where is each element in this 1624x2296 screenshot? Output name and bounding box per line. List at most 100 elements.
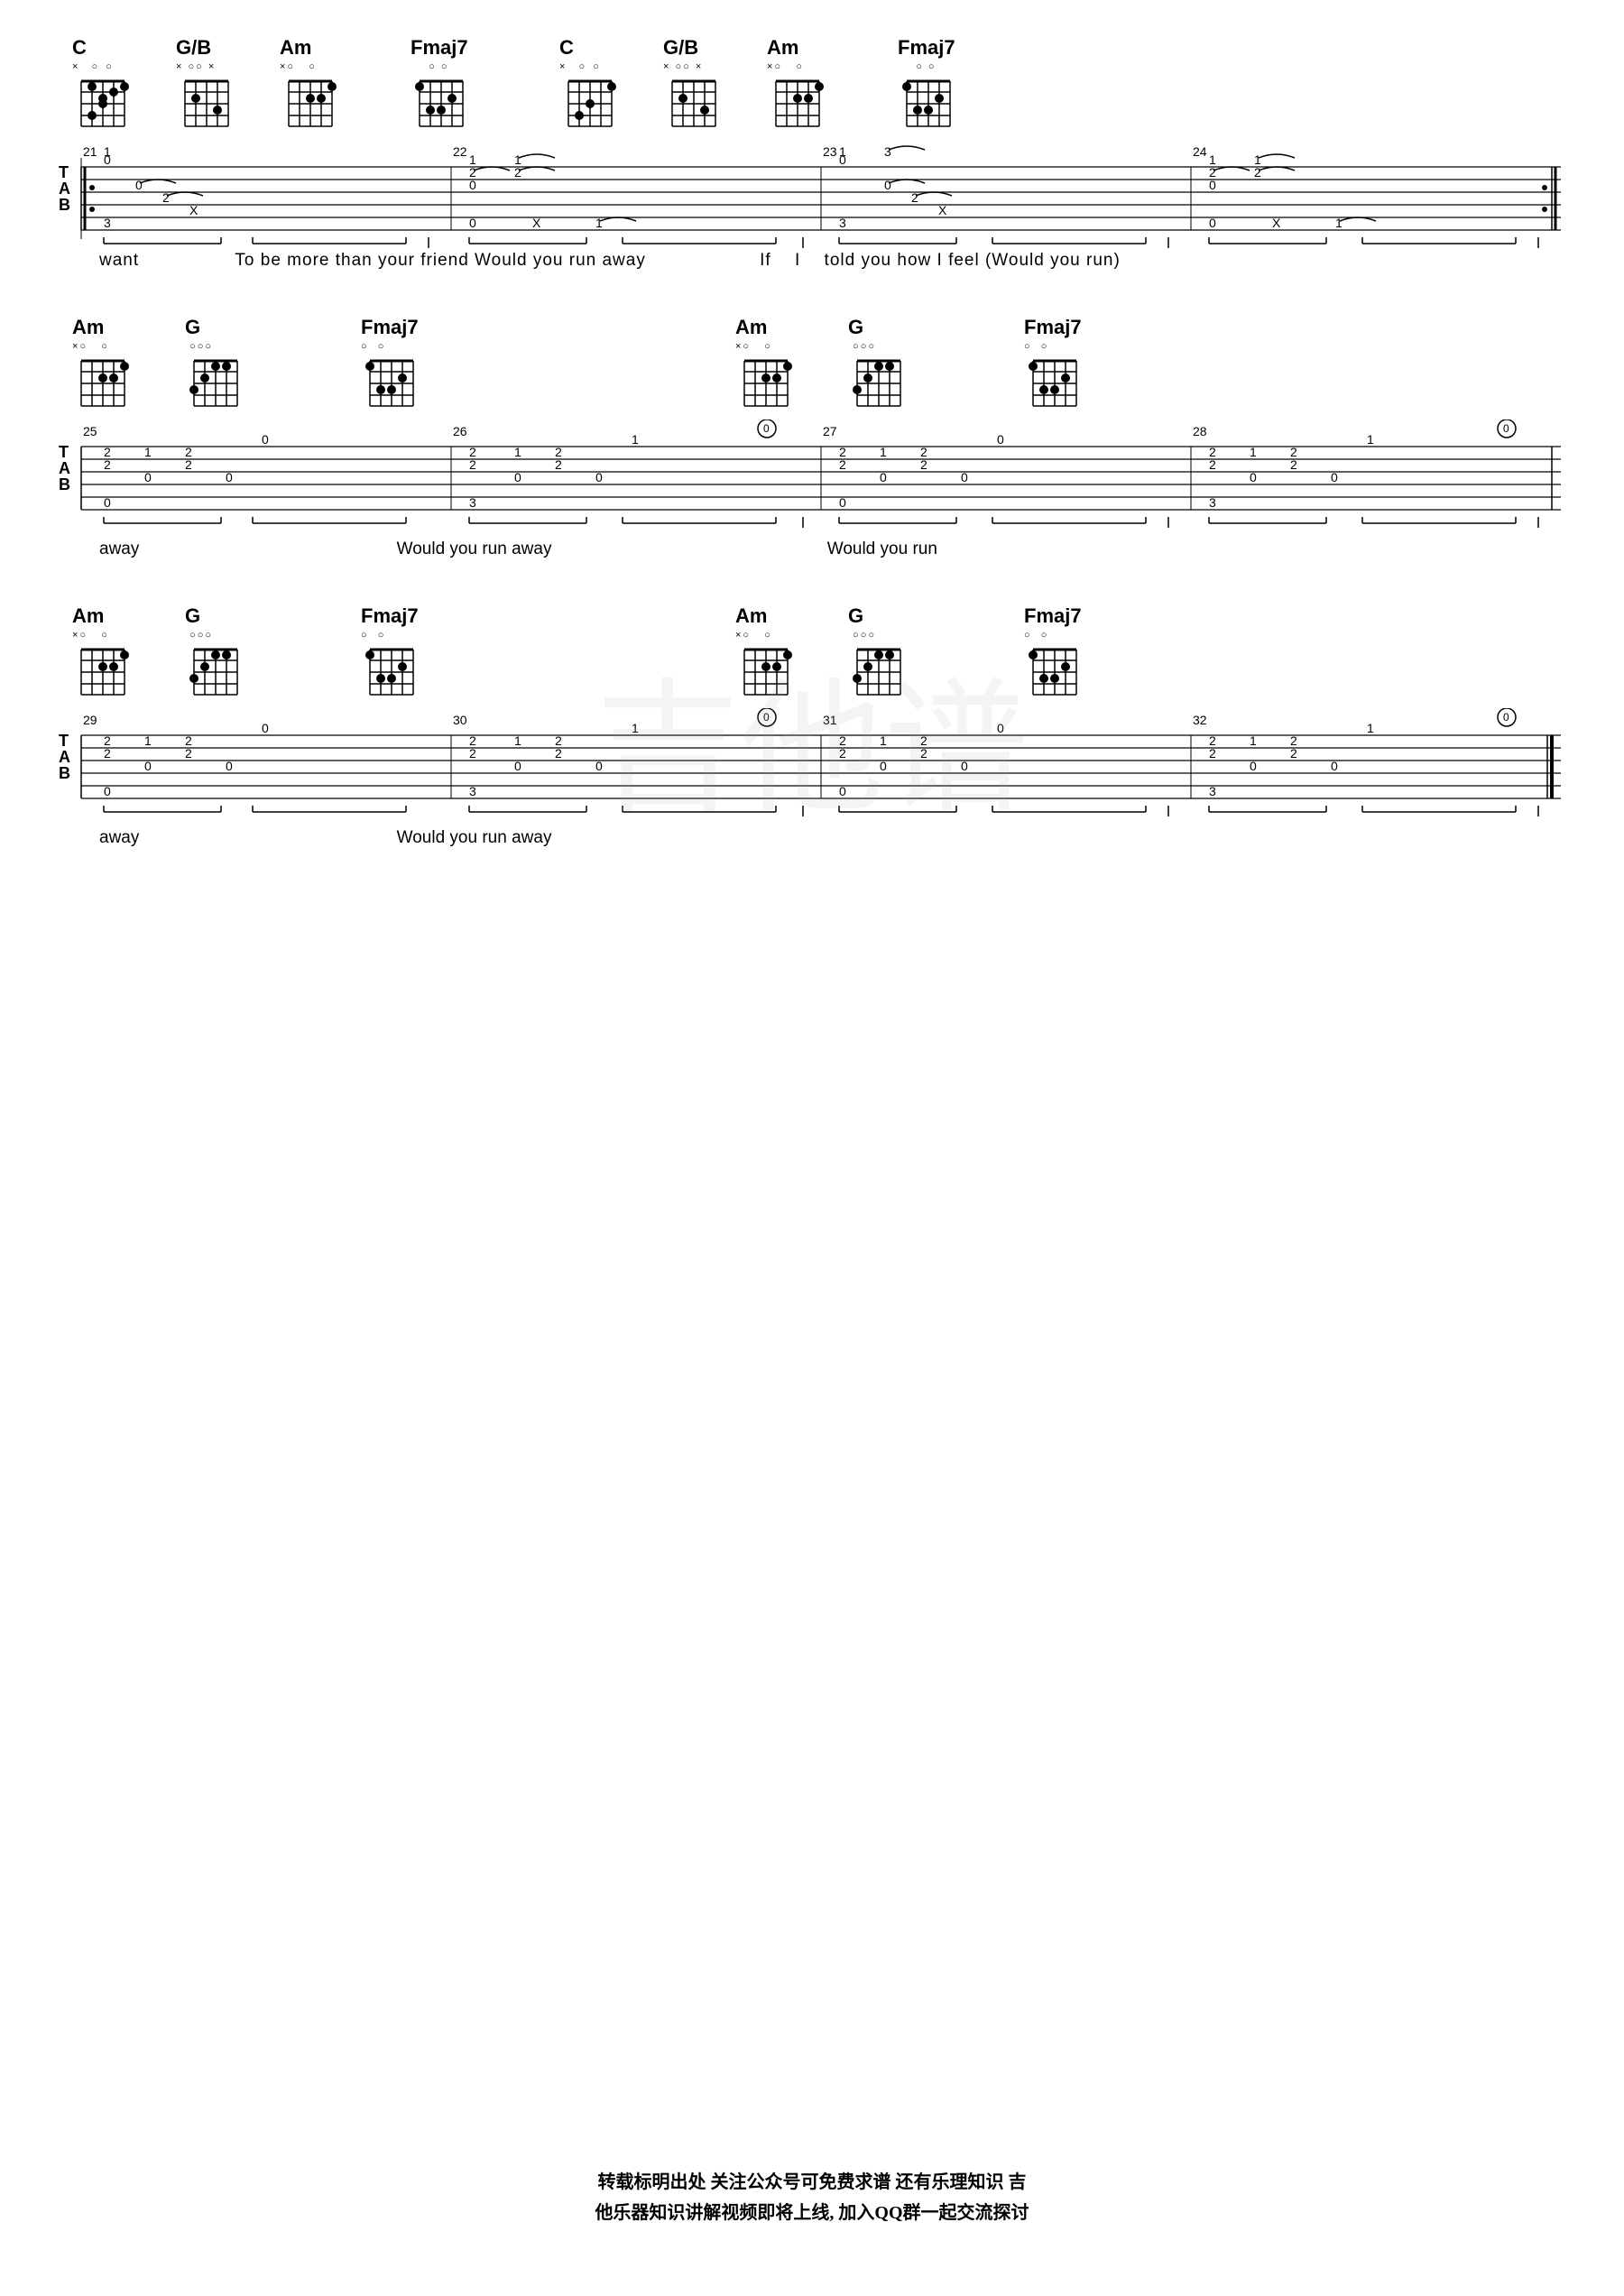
chord-group-Am3: Am ×○ ○ <box>72 316 131 412</box>
chord-diagram-Fmaj74 <box>1024 354 1083 412</box>
page-container: C × ○ ○ <box>0 0 1624 2296</box>
svg-text:22: 22 <box>453 144 467 159</box>
svg-text:0: 0 <box>1503 711 1509 724</box>
svg-text:1: 1 <box>632 432 639 447</box>
chord-diagram-G3 <box>185 642 244 701</box>
svg-text:0: 0 <box>1209 216 1216 230</box>
svg-text:2: 2 <box>1254 165 1261 180</box>
svg-text:1: 1 <box>144 445 152 459</box>
chord-diagram-Am4 <box>735 354 794 412</box>
svg-text:0: 0 <box>469 216 476 230</box>
chord-diagram-Am <box>280 74 338 133</box>
svg-text:32: 32 <box>1193 713 1207 727</box>
svg-text:2: 2 <box>555 746 562 761</box>
svg-text:A: A <box>59 180 70 198</box>
chord-diagram-C <box>72 74 131 133</box>
svg-text:2: 2 <box>1209 457 1216 472</box>
chord-diagram-G1 <box>185 354 244 412</box>
chord-mute-Fmaj7: ○ ○ <box>411 61 449 72</box>
svg-text:0: 0 <box>1503 422 1509 435</box>
chord-name-Fmaj7: Fmaj7 <box>411 36 468 60</box>
svg-text:0: 0 <box>961 759 968 773</box>
chord-diagram-Am6 <box>735 642 794 701</box>
chord-group-Am5: Am ×○ ○ <box>72 604 131 701</box>
section-row-3: Am ×○ ○ <box>54 604 1570 848</box>
svg-text:X: X <box>189 203 198 217</box>
svg-text:2: 2 <box>839 457 846 472</box>
svg-text:1: 1 <box>1250 733 1257 748</box>
tab-svg-3: T A B 29 2 1 2 2 2 <box>54 708 1570 825</box>
svg-text:1: 1 <box>514 445 521 459</box>
svg-text:1: 1 <box>1335 216 1343 230</box>
chord-group-Am: Am ×○ ○ <box>280 36 338 133</box>
svg-text:0: 0 <box>226 470 233 484</box>
svg-text:X: X <box>1272 216 1281 230</box>
chord-group-Fmaj74: Fmaj7 ○ ○ <box>1024 316 1083 412</box>
tab-staff-3: T A B 29 2 1 2 2 2 <box>54 708 1570 848</box>
svg-text:0: 0 <box>514 470 521 484</box>
svg-text:3: 3 <box>1209 495 1216 510</box>
svg-text:X: X <box>532 216 541 230</box>
svg-text:0: 0 <box>1250 470 1257 484</box>
svg-text:26: 26 <box>453 424 467 438</box>
chord-diagram-Fmaj73 <box>361 354 420 412</box>
chord-group-G1: G ○○○ <box>185 316 244 412</box>
svg-text:1: 1 <box>880 733 887 748</box>
svg-text:0: 0 <box>595 759 603 773</box>
chord-diagram-GB <box>176 74 235 133</box>
svg-text:0: 0 <box>763 711 770 724</box>
svg-text:2: 2 <box>514 165 521 180</box>
svg-text:2: 2 <box>185 457 192 472</box>
svg-text:1: 1 <box>595 216 603 230</box>
chord-group-Fmaj76: Fmaj7 ○ ○ <box>1024 604 1083 701</box>
chord-group-G2: G ○○○ <box>848 316 907 412</box>
svg-text:1: 1 <box>104 144 111 159</box>
chord-mute-GB: × ○○ × <box>176 61 216 72</box>
svg-text:2: 2 <box>469 746 476 761</box>
chord-mute-Am: ×○ ○ <box>280 61 317 72</box>
footer: 转载标明出处 关注公众号可免费求谱 还有乐理知识 吉 他乐器知识讲解视频即将上线… <box>595 2167 1029 2224</box>
svg-text:2: 2 <box>1290 746 1297 761</box>
chord-diagram-Am3 <box>72 354 131 412</box>
chord-group-GB2: G/B × ○○ × <box>663 36 722 133</box>
svg-text:0: 0 <box>144 470 152 484</box>
footer-line2: 他乐器知识讲解视频即将上线, 加入QQ群一起交流探讨 <box>595 2198 1029 2224</box>
svg-text:A: A <box>59 748 70 766</box>
chord-group-Am6: Am ×○ ○ <box>735 604 794 701</box>
svg-text:0: 0 <box>997 432 1004 447</box>
svg-text:2: 2 <box>162 190 170 205</box>
svg-text:2: 2 <box>920 746 927 761</box>
chord-diagram-Fmaj76 <box>1024 642 1083 701</box>
svg-text:B: B <box>59 196 70 214</box>
svg-text:24: 24 <box>1193 144 1207 159</box>
chord-group-Fmaj7: Fmaj7 ○ ○ <box>411 36 469 133</box>
svg-text:1: 1 <box>1367 432 1374 447</box>
svg-text:0: 0 <box>104 784 111 798</box>
chord-diagram-G2 <box>848 354 907 412</box>
svg-text:T: T <box>59 443 69 461</box>
svg-text:1: 1 <box>144 733 152 748</box>
chord-group-G3: G ○○○ <box>185 604 244 701</box>
svg-text:31: 31 <box>823 713 837 727</box>
chord-diagram-Am5 <box>72 642 131 701</box>
tab-staff-2: T A B 25 2 1 2 2 2 <box>54 420 1570 559</box>
chord-diagram-G4 <box>848 642 907 701</box>
svg-text:2: 2 <box>839 746 846 761</box>
chord-group-Am2: Am ×○ ○ <box>767 36 826 133</box>
svg-text:1: 1 <box>880 445 887 459</box>
svg-text:3: 3 <box>469 784 476 798</box>
chord-group-Fmaj75: Fmaj7 ○ ○ <box>361 604 420 701</box>
lyrics-1: want To be more than your friend Would y… <box>54 251 1570 271</box>
svg-text:3: 3 <box>884 144 891 159</box>
section-row-1: C × ○ ○ <box>54 36 1570 271</box>
svg-text:0: 0 <box>514 759 521 773</box>
chord-group-GB: G/B × ○○ × <box>176 36 235 133</box>
svg-text:1: 1 <box>514 733 521 748</box>
section-row-2: Am ×○ ○ <box>54 316 1570 559</box>
svg-text:0: 0 <box>839 784 846 798</box>
svg-text:0: 0 <box>262 721 269 735</box>
svg-text:0: 0 <box>763 422 770 435</box>
svg-text:2: 2 <box>104 746 111 761</box>
chord-diagram-Am2 <box>767 74 826 133</box>
svg-text:27: 27 <box>823 424 837 438</box>
